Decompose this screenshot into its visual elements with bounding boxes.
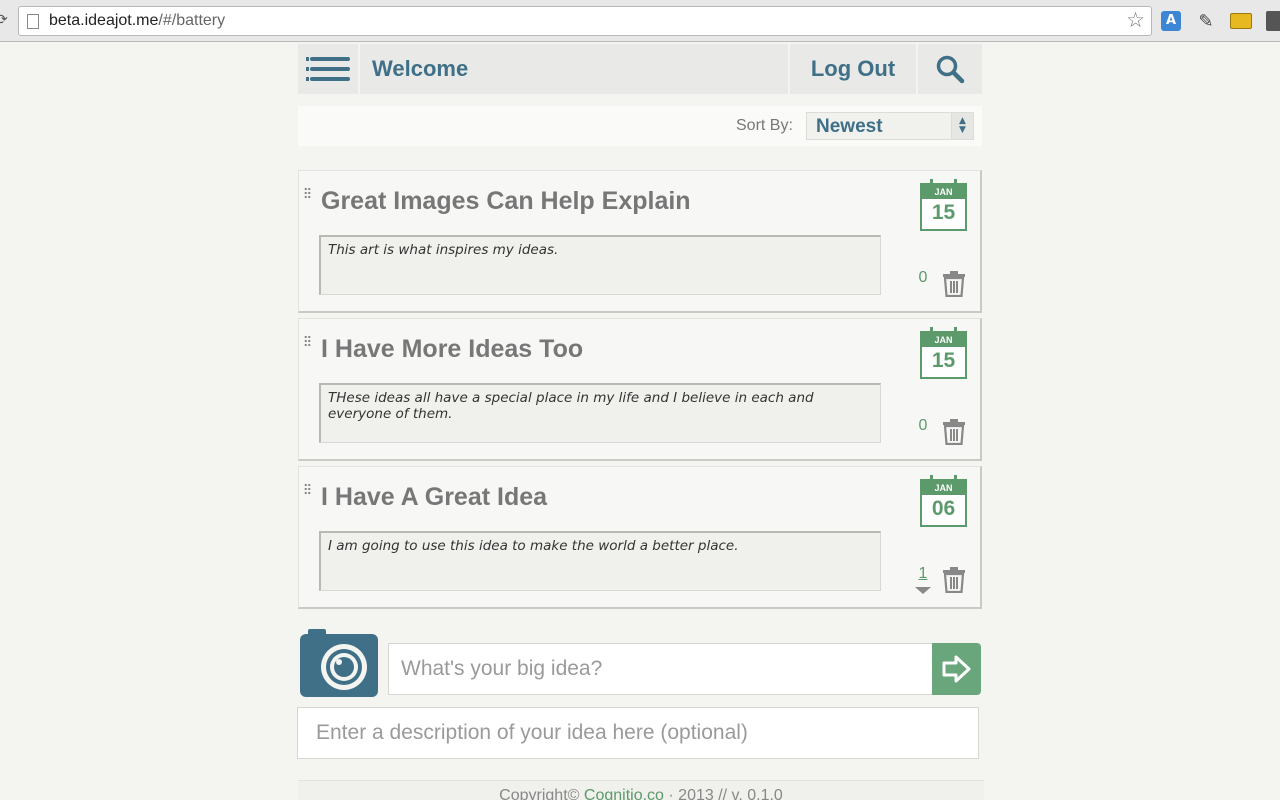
drag-handle-icon[interactable] bbox=[304, 483, 311, 495]
idea-card: I Have More Ideas Too THese ideas all ha… bbox=[298, 318, 982, 461]
new-idea-form bbox=[298, 629, 982, 697]
drag-handle-icon[interactable] bbox=[304, 187, 311, 199]
date-month: JAN bbox=[922, 333, 965, 347]
footer: Copyright© Cognitio.co · 2013 // v. 0.1.… bbox=[298, 780, 984, 800]
search-button[interactable] bbox=[918, 44, 982, 94]
url-host: beta.ideajot.me bbox=[49, 12, 159, 29]
sort-select[interactable]: Newest ▲ ▼ bbox=[806, 112, 974, 140]
footer-link[interactable]: Cognitio.co bbox=[584, 787, 664, 800]
idea-title-input[interactable] bbox=[388, 643, 934, 695]
vote-down-arrow-icon[interactable] bbox=[915, 587, 931, 594]
idea-list: Great Images Can Help Explain This art i… bbox=[298, 170, 982, 609]
vote-count[interactable]: 0 bbox=[913, 417, 933, 435]
submit-idea-button[interactable] bbox=[932, 643, 981, 695]
url-path: /#/battery bbox=[158, 12, 226, 29]
arrow-right-icon bbox=[942, 655, 970, 683]
trash-icon[interactable] bbox=[942, 567, 966, 593]
app-container: Welcome Log Out Sort By: Newest ▲ ▼ Great… bbox=[298, 44, 982, 697]
calendar-date-icon[interactable]: JAN 06 bbox=[920, 475, 967, 527]
idea-description[interactable]: This art is what inspires my ideas. bbox=[319, 235, 881, 295]
page-icon bbox=[27, 14, 39, 29]
sort-selected-value: Newest bbox=[816, 116, 883, 137]
pen-extension-icon[interactable]: ✎ bbox=[1194, 9, 1218, 33]
footer-version: · 2013 // v. 0.1.0 bbox=[668, 787, 783, 800]
date-day: 06 bbox=[931, 497, 956, 520]
date-day: 15 bbox=[931, 349, 956, 372]
welcome-title: Welcome bbox=[372, 56, 469, 81]
vote-count[interactable]: 0 bbox=[913, 269, 933, 287]
calendar-date-icon[interactable]: JAN 15 bbox=[920, 327, 967, 379]
extension-icon[interactable] bbox=[1264, 9, 1280, 33]
menu-button[interactable] bbox=[298, 44, 360, 94]
url-text: beta.ideajot.me/#/battery bbox=[49, 12, 225, 30]
calendar-date-icon[interactable]: JAN 15 bbox=[920, 179, 967, 231]
drag-handle-icon[interactable] bbox=[304, 335, 311, 347]
idea-description[interactable]: I am going to use this idea to make the … bbox=[319, 531, 881, 591]
address-bar[interactable]: beta.ideajot.me/#/battery ☆ bbox=[18, 6, 1152, 36]
idea-description-input[interactable] bbox=[297, 707, 979, 759]
list-menu-icon bbox=[306, 56, 350, 82]
select-arrows-icon: ▲ ▼ bbox=[951, 113, 973, 139]
browser-toolbar: ⟳ beta.ideajot.me/#/battery ☆ A ✎ bbox=[0, 0, 1280, 42]
translate-extension-icon[interactable]: A bbox=[1159, 9, 1183, 33]
sort-bar: Sort By: Newest ▲ ▼ bbox=[298, 106, 982, 146]
ruler-extension-icon[interactable] bbox=[1229, 9, 1253, 33]
footer-copyright: Copyright© bbox=[499, 787, 580, 800]
logout-button[interactable]: Log Out bbox=[788, 44, 918, 94]
bookmark-star-icon[interactable]: ☆ bbox=[1126, 8, 1145, 32]
camera-icon[interactable] bbox=[300, 629, 378, 697]
trash-icon[interactable] bbox=[942, 419, 966, 445]
date-month: JAN bbox=[922, 481, 965, 495]
reload-icon[interactable]: ⟳ bbox=[0, 12, 8, 28]
date-month: JAN bbox=[922, 185, 965, 199]
app-header: Welcome Log Out bbox=[298, 44, 982, 94]
trash-icon[interactable] bbox=[942, 271, 966, 297]
search-icon bbox=[936, 55, 965, 84]
idea-title[interactable]: Great Images Can Help Explain bbox=[321, 187, 691, 216]
vote-count[interactable]: 1 bbox=[913, 565, 933, 583]
idea-description[interactable]: THese ideas all have a special place in … bbox=[319, 383, 881, 443]
idea-card: I Have A Great Idea I am going to use th… bbox=[298, 466, 982, 609]
idea-title[interactable]: I Have More Ideas Too bbox=[321, 335, 583, 364]
idea-title[interactable]: I Have A Great Idea bbox=[321, 483, 547, 512]
idea-card: Great Images Can Help Explain This art i… bbox=[298, 170, 982, 313]
sort-label: Sort By: bbox=[736, 117, 793, 134]
date-day: 15 bbox=[931, 201, 956, 224]
